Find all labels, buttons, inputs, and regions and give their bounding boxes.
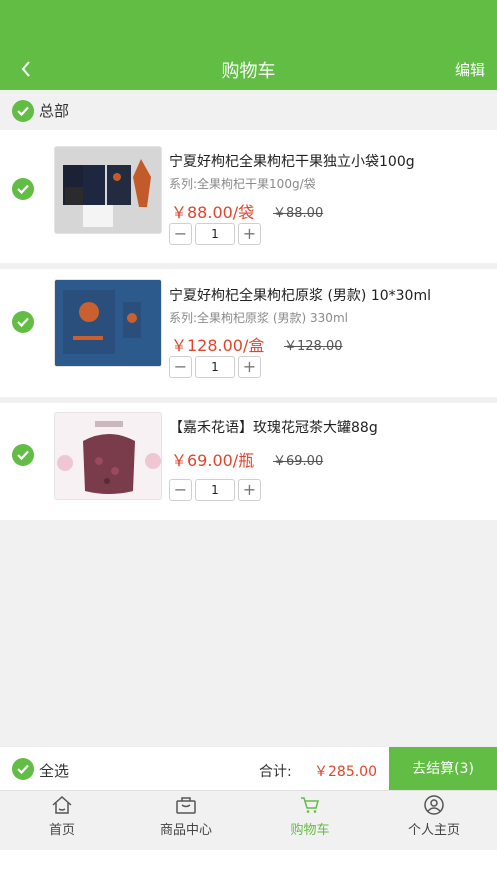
quantity-input[interactable]: 1 xyxy=(195,479,235,501)
rose-tea-jar-image xyxy=(55,413,161,499)
cart-item: 宁夏好枸杞全果枸杞原浆 (男款) 10*30ml 系列:全果枸杞原浆 (男款) … xyxy=(0,269,497,397)
shopping-bag-icon xyxy=(176,797,196,814)
check-icon xyxy=(17,184,29,195)
check-icon xyxy=(17,106,29,117)
item-checkbox[interactable] xyxy=(12,178,34,200)
product-price: ￥128.00/盒 xyxy=(171,336,265,355)
cart-item: 【嘉禾花语】玫瑰花冠茶大罐88g ￥69.00/瓶 ￥69.00 − 1 + xyxy=(0,403,497,520)
product-spec: 系列:全果枸杞原浆 (男款) 330ml xyxy=(169,311,348,325)
total-label: 合计: xyxy=(259,764,292,780)
home-icon xyxy=(52,795,72,814)
tab-label: 购物车 xyxy=(290,823,330,838)
tab-label: 首页 xyxy=(48,823,75,838)
original-price: ￥69.00 xyxy=(273,454,324,469)
product-image[interactable] xyxy=(54,412,162,500)
product-image[interactable] xyxy=(54,146,162,234)
edit-button[interactable]: 编辑 xyxy=(455,59,485,80)
decrease-button[interactable]: − xyxy=(169,356,192,378)
tab-cart[interactable]: 购物车 xyxy=(248,791,372,851)
quantity-stepper: − 1 + xyxy=(169,223,261,245)
product-image[interactable] xyxy=(54,279,162,367)
item-checkbox[interactable] xyxy=(12,311,34,333)
tab-label: 个人主页 xyxy=(407,823,460,838)
cart-item: 宁夏好枸杞全果枸杞干果独立小袋100g 系列:全果枸杞干果100g/袋 ￥88.… xyxy=(0,135,497,263)
item-checkbox[interactable] xyxy=(12,444,34,466)
quantity-stepper: − 1 + xyxy=(169,356,261,378)
app-header: 购物车 编辑 xyxy=(0,0,497,90)
store-name: 总部 xyxy=(39,102,70,120)
tab-label: 商品中心 xyxy=(159,823,212,838)
original-price: ￥88.00 xyxy=(273,206,324,221)
tab-home[interactable]: 首页 xyxy=(0,791,124,851)
product-name[interactable]: 【嘉禾花语】玫瑰花冠茶大罐88g xyxy=(169,417,378,437)
page-title: 购物车 xyxy=(221,61,276,82)
decrease-button[interactable]: − xyxy=(169,479,192,501)
quantity-stepper: − 1 + xyxy=(169,479,261,501)
goji-packaging-image xyxy=(55,147,161,233)
total-value: ￥285.00 xyxy=(314,764,377,780)
tab-profile[interactable]: 个人主页 xyxy=(372,791,496,851)
quantity-input[interactable]: 1 xyxy=(195,356,235,378)
checkout-button[interactable]: 去结算(3) xyxy=(389,747,497,791)
quantity-input[interactable]: 1 xyxy=(195,223,235,245)
decrease-button[interactable]: − xyxy=(169,223,192,245)
original-price: ￥128.00 xyxy=(284,339,343,354)
checkout-bar: 全选 合计: ￥285.00 去结算(3) xyxy=(0,746,497,791)
empty-area xyxy=(0,520,497,746)
product-spec: 系列:全果枸杞干果100g/袋 xyxy=(169,177,316,191)
check-icon xyxy=(17,317,29,328)
goji-juice-packaging-image xyxy=(55,280,161,366)
tab-product-center[interactable]: 商品中心 xyxy=(124,791,248,851)
check-icon xyxy=(17,450,29,461)
select-all-label[interactable]: 全选 xyxy=(39,760,69,781)
store-bar: 总部 xyxy=(0,90,497,130)
cart-icon xyxy=(301,797,319,813)
product-price: ￥69.00/瓶 xyxy=(171,451,255,470)
bottom-tab-bar: 首页 商品中心 购物车 个人主页 xyxy=(0,790,497,850)
product-price: ￥88.00/袋 xyxy=(171,203,255,222)
store-checkbox[interactable] xyxy=(12,100,34,122)
increase-button[interactable]: + xyxy=(238,356,261,378)
product-name[interactable]: 宁夏好枸杞全果枸杞原浆 (男款) 10*30ml xyxy=(169,285,431,305)
select-all-checkbox[interactable] xyxy=(12,758,34,780)
check-icon xyxy=(17,764,29,775)
increase-button[interactable]: + xyxy=(238,479,261,501)
increase-button[interactable]: + xyxy=(238,223,261,245)
product-name[interactable]: 宁夏好枸杞全果枸杞干果独立小袋100g xyxy=(169,151,415,171)
user-icon xyxy=(424,795,444,815)
